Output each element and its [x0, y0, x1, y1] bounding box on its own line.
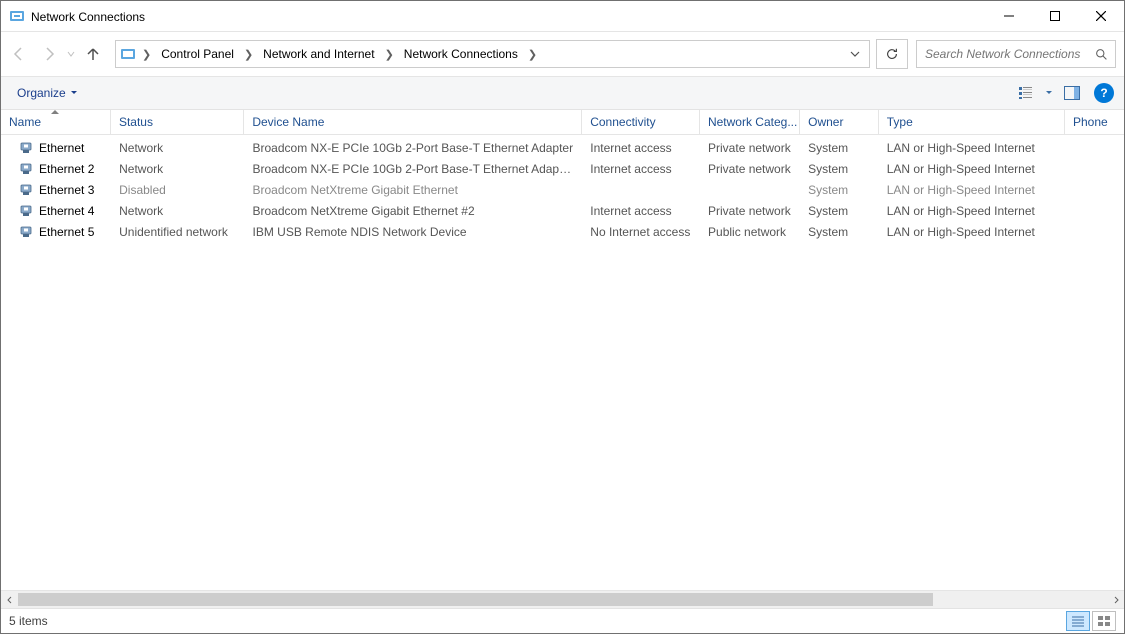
- column-headers: Name Status Device Name Connectivity Net…: [1, 110, 1124, 135]
- status-text: 5 items: [9, 614, 48, 628]
- status-bar: 5 items: [1, 608, 1124, 633]
- cell-status: Unidentified network: [111, 225, 244, 239]
- cell-name: Ethernet 5: [1, 225, 111, 239]
- cell-name: Ethernet 3: [1, 183, 111, 197]
- nav-row: ❯ Control Panel ❯ Network and Internet ❯…: [1, 32, 1124, 77]
- titlebar: Network Connections: [1, 1, 1124, 32]
- table-row[interactable]: EthernetNetworkBroadcom NX-E PCIe 10Gb 2…: [1, 137, 1124, 158]
- maximize-button[interactable]: [1032, 1, 1078, 31]
- help-button[interactable]: ?: [1094, 83, 1114, 103]
- network-adapter-icon: [19, 204, 33, 218]
- recent-locations-dropdown[interactable]: [65, 50, 77, 58]
- cell-device: Broadcom NX-E PCIe 10Gb 2-Port Base-T Et…: [245, 162, 583, 176]
- horizontal-scrollbar[interactable]: [1, 590, 1124, 608]
- app-icon: [9, 8, 25, 24]
- scroll-left-button[interactable]: [1, 591, 18, 608]
- column-header-connectivity[interactable]: Connectivity: [582, 110, 700, 134]
- breadcrumb-network-and-internet[interactable]: Network and Internet: [259, 44, 378, 64]
- cell-device: Broadcom NetXtreme Gigabit Ethernet: [245, 183, 583, 197]
- chevron-right-icon[interactable]: ❯: [240, 48, 257, 61]
- cell-owner: System: [800, 162, 879, 176]
- cell-category: Public network: [700, 225, 800, 239]
- preview-pane-button[interactable]: [1058, 81, 1086, 105]
- location-icon: [120, 46, 136, 62]
- cell-status: Network: [111, 204, 244, 218]
- network-adapter-icon: [19, 162, 33, 176]
- cell-type: LAN or High-Speed Internet: [879, 225, 1065, 239]
- up-button[interactable]: [79, 40, 107, 68]
- refresh-button[interactable]: [876, 39, 908, 69]
- breadcrumb-network-connections[interactable]: Network Connections: [400, 44, 522, 64]
- window-title: Network Connections: [31, 9, 986, 24]
- forward-button[interactable]: [35, 40, 63, 68]
- cell-name: Ethernet: [1, 141, 111, 155]
- chevron-down-icon: [1045, 89, 1053, 97]
- close-button[interactable]: [1078, 1, 1124, 31]
- cell-connectivity: Internet access: [582, 204, 700, 218]
- rows-container: EthernetNetworkBroadcom NX-E PCIe 10Gb 2…: [1, 135, 1124, 590]
- cell-category: Private network: [700, 162, 800, 176]
- cell-owner: System: [800, 141, 879, 155]
- column-header-phone[interactable]: Phone: [1065, 110, 1124, 134]
- chevron-right-icon[interactable]: ❯: [524, 48, 541, 61]
- back-button[interactable]: [5, 40, 33, 68]
- scroll-thumb[interactable]: [18, 593, 933, 606]
- cell-connectivity: Internet access: [582, 162, 700, 176]
- cell-owner: System: [800, 225, 879, 239]
- cell-type: LAN or High-Speed Internet: [879, 141, 1065, 155]
- column-header-device-name[interactable]: Device Name: [244, 110, 582, 134]
- search-box[interactable]: [916, 40, 1116, 68]
- column-header-owner[interactable]: Owner: [800, 110, 879, 134]
- search-input[interactable]: [923, 46, 1093, 62]
- cell-connectivity: Internet access: [582, 141, 700, 155]
- scroll-right-button[interactable]: [1107, 591, 1124, 608]
- cell-connectivity: No Internet access: [582, 225, 700, 239]
- scroll-track[interactable]: [18, 591, 1107, 608]
- breadcrumb-control-panel[interactable]: Control Panel: [157, 44, 238, 64]
- table-row[interactable]: Ethernet 5Unidentified networkIBM USB Re…: [1, 221, 1124, 242]
- cell-device: IBM USB Remote NDIS Network Device: [245, 225, 583, 239]
- cell-status: Disabled: [111, 183, 244, 197]
- search-icon[interactable]: [1093, 48, 1109, 61]
- view-options-button[interactable]: [1012, 81, 1040, 105]
- table-row[interactable]: Ethernet 3DisabledBroadcom NetXtreme Gig…: [1, 179, 1124, 200]
- cell-name: Ethernet 2: [1, 162, 111, 176]
- network-adapter-icon: [19, 141, 33, 155]
- large-icons-view-button[interactable]: [1092, 611, 1116, 631]
- chevron-right-icon[interactable]: ❯: [381, 48, 398, 61]
- cell-owner: System: [800, 183, 879, 197]
- chevron-right-icon[interactable]: ❯: [138, 48, 155, 61]
- column-header-name[interactable]: Name: [1, 110, 111, 134]
- address-bar[interactable]: ❯ Control Panel ❯ Network and Internet ❯…: [115, 40, 870, 68]
- table-row[interactable]: Ethernet 4NetworkBroadcom NetXtreme Giga…: [1, 200, 1124, 221]
- cell-owner: System: [800, 204, 879, 218]
- cell-category: Private network: [700, 141, 800, 155]
- cell-status: Network: [111, 162, 244, 176]
- list-area: Name Status Device Name Connectivity Net…: [1, 110, 1124, 590]
- address-history-dropdown[interactable]: [845, 42, 865, 66]
- table-row[interactable]: Ethernet 2NetworkBroadcom NX-E PCIe 10Gb…: [1, 158, 1124, 179]
- network-adapter-icon: [19, 225, 33, 239]
- command-bar: Organize ?: [1, 77, 1124, 110]
- cell-type: LAN or High-Speed Internet: [879, 162, 1065, 176]
- column-header-status[interactable]: Status: [111, 110, 244, 134]
- network-adapter-icon: [19, 183, 33, 197]
- cell-device: Broadcom NetXtreme Gigabit Ethernet #2: [245, 204, 583, 218]
- organize-label: Organize: [17, 86, 66, 100]
- cell-status: Network: [111, 141, 244, 155]
- cell-category: Private network: [700, 204, 800, 218]
- column-header-type[interactable]: Type: [879, 110, 1065, 134]
- cell-name: Ethernet 4: [1, 204, 111, 218]
- details-view-button[interactable]: [1066, 611, 1090, 631]
- cell-type: LAN or High-Speed Internet: [879, 183, 1065, 197]
- minimize-button[interactable]: [986, 1, 1032, 31]
- chevron-down-icon: [70, 89, 78, 97]
- column-header-category[interactable]: Network Categ...: [700, 110, 800, 134]
- cell-type: LAN or High-Speed Internet: [879, 204, 1065, 218]
- organize-menu[interactable]: Organize: [11, 82, 84, 104]
- view-options-dropdown[interactable]: [1042, 81, 1056, 105]
- cell-device: Broadcom NX-E PCIe 10Gb 2-Port Base-T Et…: [245, 141, 583, 155]
